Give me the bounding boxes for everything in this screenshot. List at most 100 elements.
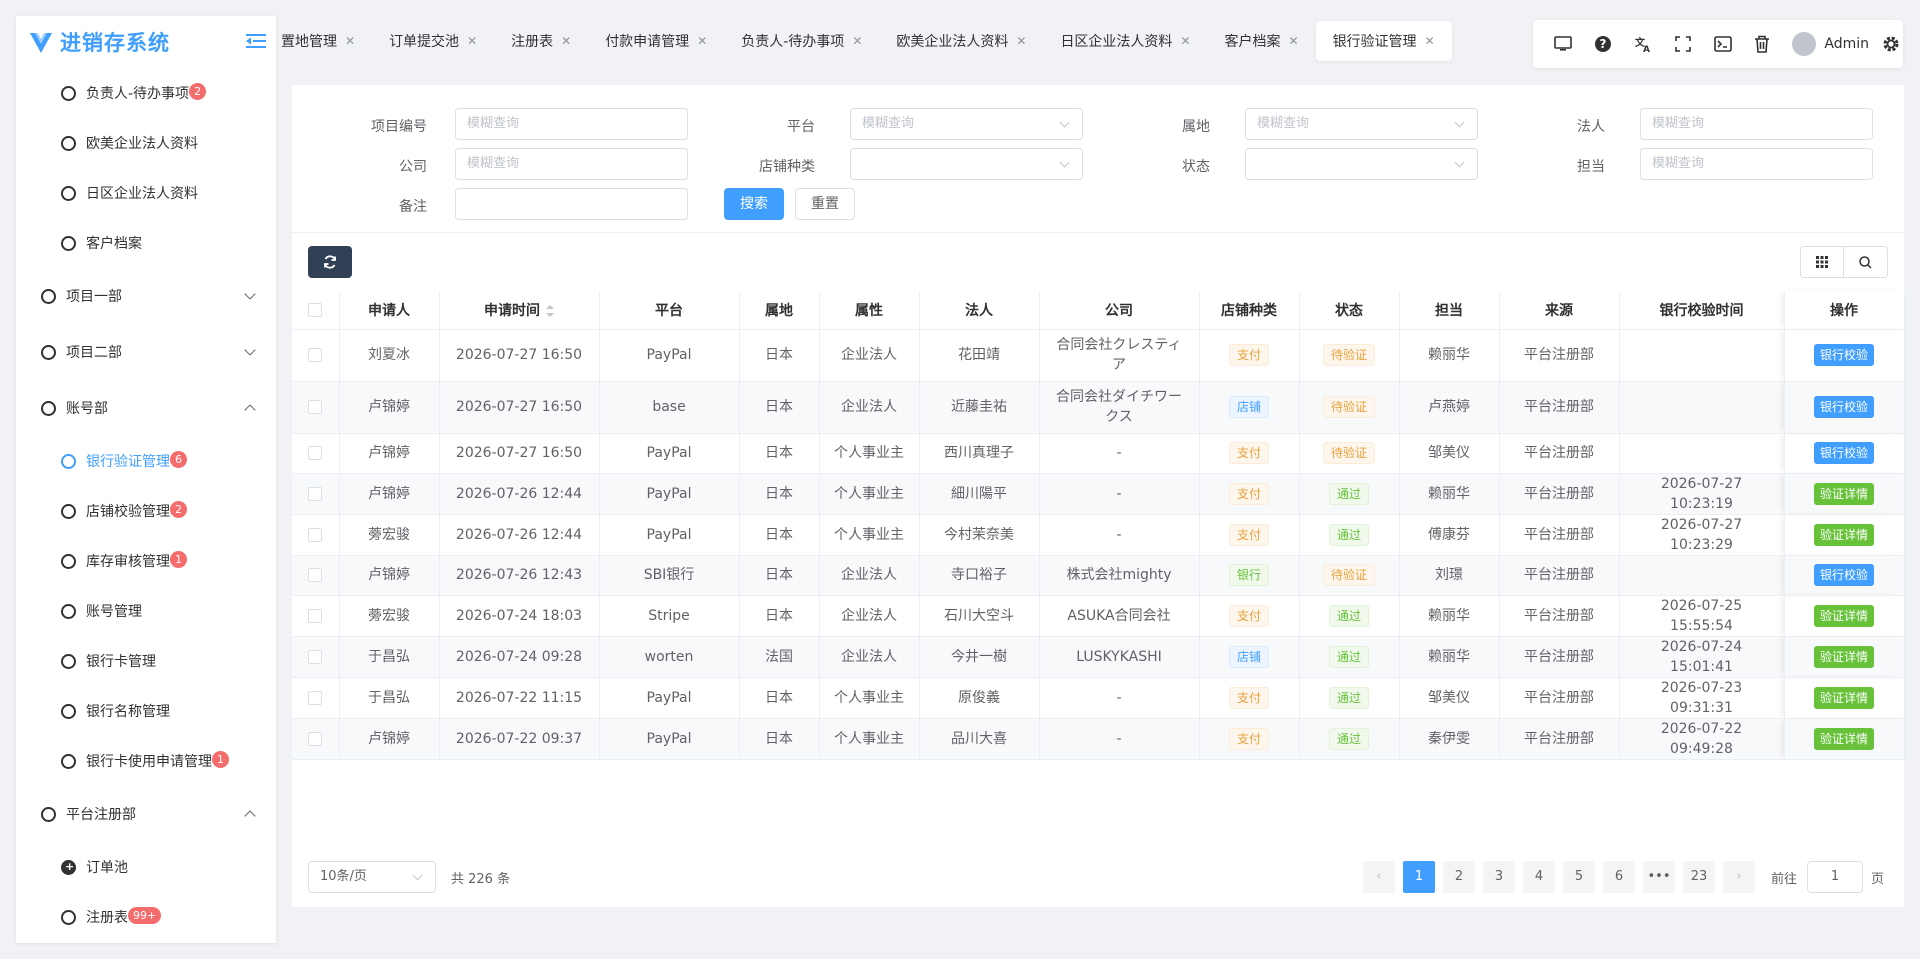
sidebar-item[interactable]: 银行名称管理 [16,686,276,736]
bank-verify-button[interactable]: 银行校验 [1813,442,1874,464]
sidebar-item[interactable]: 银行卡使用申请管理 1 [16,736,276,786]
sidebar-item[interactable]: 店铺校验管理 2 [16,486,276,536]
row-checkbox[interactable] [308,348,323,362]
sidebar-item[interactable]: 项目一部 [16,268,276,324]
verify-details-button[interactable]: 验证详情 [1813,482,1874,505]
next-page-icon[interactable]: › [1723,861,1755,893]
sidebar-item[interactable]: 库存审核管理 1 [16,536,276,586]
page-button[interactable]: 1 [1403,861,1435,893]
select-cell[interactable] [292,595,340,637]
platform-select[interactable]: 模糊查询 [850,108,1083,140]
sidebar-item[interactable]: 注册表 99+ [16,892,276,942]
verify-details-button[interactable]: 验证详情 [1813,604,1874,627]
trash-icon[interactable] [1743,24,1783,64]
select-cell[interactable] [292,473,340,515]
select-all-checkbox[interactable] [308,302,323,317]
verify-details-button[interactable]: 验证详情 [1813,727,1874,750]
table-row[interactable]: 于昌弘 2026-07-24 09:28 worten 法国 企业法人 今井一樹 LUSKY… [292,636,1905,678]
close-icon[interactable]: ✕ [852,34,862,48]
table-row[interactable]: 蒡宏骏 2026-07-26 12:44 PayPal 日本 个人事业主 今村茉奈美 - 支付… [292,514,1905,556]
table-row[interactable]: 卢锦婷 2026-07-27 16:50 PayPal 日本 个人事业主 西川真理子 - 支付… [292,433,1905,474]
remark-input[interactable] [455,188,688,220]
page-button[interactable]: 5 [1563,861,1595,893]
select-cell[interactable] [292,433,340,474]
sidebar-item[interactable]: 日区企业法人资料 [16,168,276,218]
avatar[interactable] [1792,32,1817,56]
page-button[interactable]: ••• [1643,861,1675,893]
table-row[interactable]: 蒡宏骏 2026-07-24 18:03 Stripe 日本 企业法人 石川大空斗 ASUK… [292,595,1905,637]
sidebar-item[interactable]: 负责人-待办事项 2 [16,68,276,118]
sidebar-item[interactable]: 客户档案 [16,218,276,268]
col-header-sortable[interactable]: 申请时间 [439,291,600,330]
legal-person-input[interactable]: 模糊查询 [1640,108,1873,140]
reset-button[interactable]: 重置 [795,188,855,220]
row-checkbox[interactable] [308,731,323,746]
tab[interactable]: 订单提交池 ✕ [372,21,494,61]
user-name[interactable]: Admin [1824,36,1869,52]
row-checkbox[interactable] [308,568,323,582]
page-button[interactable]: 4 [1523,861,1555,893]
select-cell[interactable] [292,381,340,434]
row-checkbox[interactable] [308,690,323,705]
search-button[interactable]: 搜索 [724,188,784,220]
table-row[interactable]: 卢锦婷 2026-07-27 16:50 base 日本 企业法人 近藤圭祐 合同会社ダイチ… [292,381,1905,434]
row-checkbox[interactable] [308,446,323,460]
sidebar-item[interactable]: 账号管理 [16,586,276,636]
table-row[interactable]: 卢锦婷 2026-07-26 12:44 PayPal 日本 个人事业主 細川陽平 - 支付 通… [292,473,1905,515]
sort-icon[interactable] [546,304,554,317]
table-row[interactable]: 刘夏冰 2026-07-27 16:50 PayPal 日本 企业法人 花田靖 合同会社クレ… [292,329,1905,382]
table-row[interactable]: 卢锦婷 2026-07-22 09:37 PayPal 日本 个人事业主 品川大喜 - 支付 通… [292,718,1905,760]
sidebar-item[interactable]: 平台注册部 [16,786,276,842]
close-icon[interactable]: ✕ [1425,34,1435,48]
page-button[interactable]: 2 [1443,861,1475,893]
tab[interactable]: 日区企业法人资料 ✕ [1043,21,1207,61]
row-checkbox[interactable] [308,486,323,501]
tab[interactable]: 置地管理 ✕ [276,21,372,61]
row-checkbox[interactable] [308,400,323,414]
close-icon[interactable]: ✕ [467,34,477,48]
fullscreen-icon[interactable] [1663,24,1703,64]
row-checkbox[interactable] [308,649,323,664]
project-no-input[interactable]: 模糊查询 [455,108,688,140]
page-button[interactable]: 23 [1683,861,1715,893]
status-select[interactable] [1245,148,1478,180]
sidebar-item[interactable]: 订单池 [16,842,276,892]
select-all-cell[interactable] [292,291,340,330]
page-size-select[interactable]: 10条/页 [308,861,436,893]
monitor-icon[interactable] [1543,24,1583,64]
page-button[interactable]: 3 [1483,861,1515,893]
bank-verify-button[interactable]: 银行校验 [1813,344,1874,366]
row-checkbox[interactable] [308,527,323,542]
close-icon[interactable]: ✕ [345,34,355,48]
help-icon[interactable]: ? [1583,24,1623,64]
sidebar-item[interactable]: 银行卡管理 [16,636,276,686]
select-cell[interactable] [292,718,340,760]
close-icon[interactable]: ✕ [1180,34,1190,48]
select-cell[interactable] [292,329,340,382]
verify-details-button[interactable]: 验证详情 [1813,645,1874,668]
refresh-button[interactable] [308,246,352,278]
verify-details-button[interactable]: 验证详情 [1813,523,1874,546]
company-input[interactable]: 模糊查询 [455,148,688,180]
terminal-icon[interactable] [1703,24,1743,64]
settings-icon[interactable] [1879,24,1903,64]
close-icon[interactable]: ✕ [561,34,571,48]
owner-input[interactable]: 模糊查询 [1640,148,1873,180]
table-row[interactable]: 于昌弘 2026-07-22 11:15 PayPal 日本 个人事业主 原俊義 - 支付 通过… [292,677,1905,719]
tab[interactable]: 欧美企业法人资料 ✕ [879,21,1043,61]
region-select[interactable]: 模糊查询 [1245,108,1478,140]
columns-button[interactable] [1800,246,1844,278]
store-type-select[interactable] [850,148,1083,180]
table-row[interactable]: 卢锦婷 2026-07-26 12:43 SBI银行 日本 企业法人 寺口裕子 株式会社mi… [292,555,1905,596]
sidebar-item[interactable]: 账号部 [16,380,276,436]
tab[interactable]: 银行验证管理 ✕ [1315,21,1452,61]
close-icon[interactable]: ✕ [1289,34,1299,48]
tab[interactable]: 付款申请管理 ✕ [588,21,724,61]
sidebar-item[interactable]: 欧美企业法人资料 [16,118,276,168]
select-cell[interactable] [292,677,340,719]
toggle-search-button[interactable] [1844,246,1888,278]
close-icon[interactable]: ✕ [697,34,707,48]
verify-details-button[interactable]: 验证详情 [1813,686,1874,709]
row-checkbox[interactable] [308,608,323,623]
close-icon[interactable]: ✕ [1016,34,1026,48]
